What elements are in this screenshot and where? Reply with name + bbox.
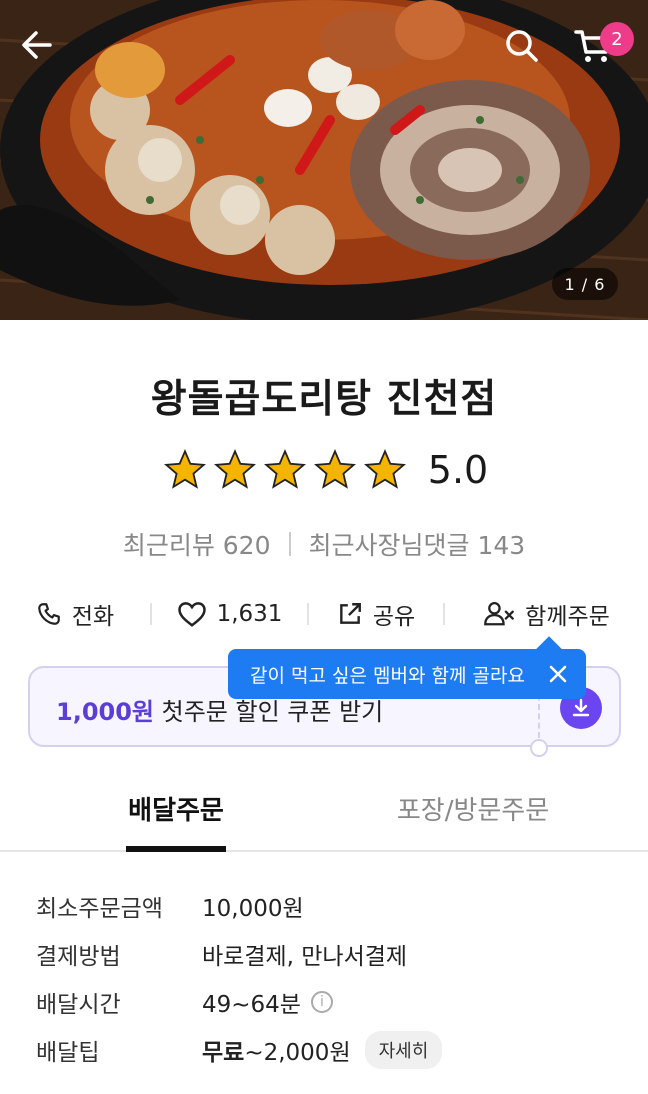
store-actions: 전화 1,631 공유 함께주문 [0, 592, 648, 636]
share-label: 공유 [372, 604, 416, 630]
delivery-tip-detail-button[interactable]: 자세히 [364, 1031, 443, 1069]
delivery-tip-label: 배달팁 [36, 1040, 100, 1066]
group-order-label: 함께주문 [525, 604, 610, 630]
min-order-value: 10,000원 [202, 896, 304, 922]
tooltip-text: 같이 먹고 싶은 멤버와 함께 골라요 [250, 664, 525, 687]
star-icon [163, 448, 206, 489]
info-row-min-order: 최소주문금액 10,000원 [36, 882, 616, 930]
like-button[interactable]: 1,631 [152, 600, 307, 628]
rating-row: 5.0 [0, 448, 648, 492]
coupon-amount: 1,000원 [56, 698, 154, 726]
delivery-tip-value: 무료 ~2,000원 자세히 [202, 1031, 443, 1069]
share-icon [339, 603, 361, 624]
tab-delivery[interactable]: 배달주문 [126, 790, 226, 852]
info-icon[interactable]: i [310, 991, 333, 1013]
coupon-notch [530, 739, 548, 757]
rating-value: 5.0 [427, 448, 489, 492]
star-icon [363, 448, 406, 489]
payment-value: 바로결제, 만나서결제 [202, 944, 408, 970]
back-button[interactable] [20, 28, 72, 80]
search-icon [506, 30, 538, 62]
download-icon [572, 698, 590, 717]
divider [288, 532, 291, 556]
tab-pickup[interactable]: 포장/방문주문 [390, 790, 556, 850]
recent-reviews-link[interactable]: 최근리뷰 620 [123, 526, 271, 562]
search-button[interactable] [504, 28, 556, 80]
payment-label: 결제방법 [36, 944, 121, 970]
delivery-info: 최소주문금액 10,000원 결제방법 바로결제, 만나서결제 배달시간 49~… [36, 882, 616, 1074]
add-person-icon [484, 602, 515, 626]
delivery-time-text: 49~64분 [202, 992, 301, 1018]
review-stats: 최근리뷰 620 최근사장님댓글 143 [0, 526, 648, 562]
group-order-tooltip: 같이 먹고 싶은 멤버와 함께 골라요 [228, 649, 586, 699]
delivery-time-value: 49~64분 i [202, 985, 333, 1019]
phone-icon [37, 603, 60, 625]
star-icon [313, 448, 356, 489]
like-count: 1,631 [216, 601, 283, 627]
delivery-tip-free: 무료 [202, 1040, 245, 1066]
arrow-left-icon [22, 31, 52, 59]
star-icon [213, 448, 256, 489]
call-label: 전화 [71, 604, 115, 630]
close-icon[interactable] [546, 662, 570, 686]
order-type-tabs: 배달주문 포장/방문주문 [0, 790, 648, 852]
image-counter: 1 / 6 [552, 268, 618, 300]
group-order-button[interactable]: 함께주문 [445, 597, 648, 631]
info-row-payment: 결제방법 바로결제, 만나서결제 [36, 930, 616, 978]
min-order-label: 최소주문금액 [36, 896, 163, 922]
cart-count-badge: 2 [600, 22, 634, 56]
info-row-delivery-time: 배달시간 49~64분 i [36, 978, 616, 1026]
share-button[interactable]: 공유 [309, 597, 443, 631]
hero-food-image[interactable]: 2 1 / 6 [0, 0, 648, 320]
store-name: 왕돌곱도리탕 진천점 [150, 377, 498, 422]
delivery-tip-range: ~2,000원 [244, 1040, 351, 1066]
info-row-delivery-tip: 배달팁 무료 ~2,000원 자세히 [36, 1026, 616, 1074]
star-icon [263, 448, 306, 489]
owner-replies-link[interactable]: 최근사장님댓글 143 [309, 526, 526, 562]
call-button[interactable]: 전화 [0, 597, 150, 631]
heart-icon [177, 602, 206, 627]
coupon-description: 첫주문 할인 쿠폰 받기 [154, 698, 384, 726]
delivery-time-label: 배달시간 [36, 992, 121, 1018]
